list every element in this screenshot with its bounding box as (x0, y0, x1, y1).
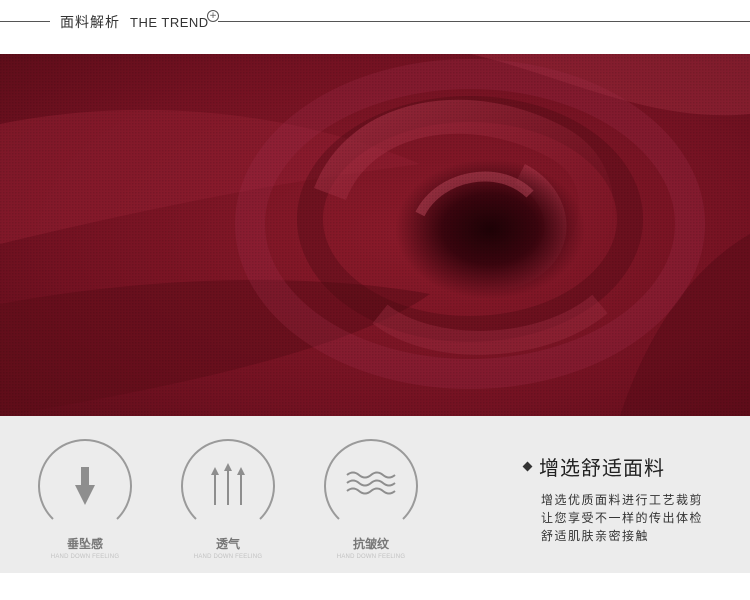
header-title: 面料解析 THE TREND (60, 13, 209, 32)
header-rule-right (218, 21, 750, 22)
description-title-row: 增选舒适面料 (522, 452, 737, 481)
section-header: 面料解析 THE TREND + (0, 0, 750, 54)
feature-drape: 垂坠感 HAND DOWN FEELING (35, 435, 135, 560)
diamond-bullet-icon (522, 461, 533, 472)
features-panel: 垂坠感 HAND DOWN FEELING 透气 HAND DOWN FEELI… (0, 416, 750, 573)
header-title-cn: 面料解析 (60, 15, 120, 31)
feature-sublabel: HAND DOWN FEELING (50, 554, 120, 560)
fabric-swirl-image (0, 54, 750, 416)
feature-sublabel: HAND DOWN FEELING (193, 554, 263, 560)
feature-label: 抗皱纹 (352, 537, 389, 551)
description-title: 增选舒适面料 (539, 456, 665, 480)
fabric-description: 增选舒适面料 增选优质面料进行工艺裁剪 让您享受不一样的传出体检 舒适肌肤亲密接… (522, 452, 737, 545)
description-line: 舒适肌肤亲密接触 (541, 529, 650, 543)
waves-icon (324, 439, 418, 520)
down-arrow-icon (38, 439, 132, 520)
header-title-en: THE TREND (130, 14, 209, 30)
up-arrows-icon (181, 439, 275, 520)
fabric-photo (0, 54, 750, 416)
description-line: 增选优质面料进行工艺裁剪 (541, 493, 704, 507)
feature-anti-wrinkle: 抗皱纹 HAND DOWN FEELING (321, 435, 421, 560)
description-body: 增选优质面料进行工艺裁剪 让您享受不一样的传出体检 舒适肌肤亲密接触 (541, 491, 721, 545)
header-rule-left (0, 21, 50, 22)
feature-breathable: 透气 HAND DOWN FEELING (178, 435, 278, 560)
feature-label: 垂坠感 (66, 537, 103, 551)
feature-sublabel: HAND DOWN FEELING (336, 554, 406, 560)
feature-label: 透气 (215, 537, 240, 551)
description-line: 让您享受不一样的传出体检 (541, 511, 704, 525)
